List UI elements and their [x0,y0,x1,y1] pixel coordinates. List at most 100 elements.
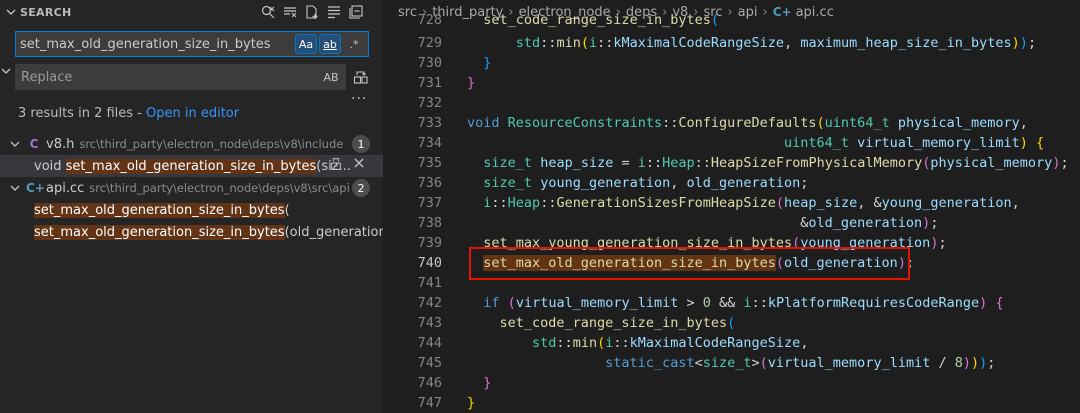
line-number: 747 [417,395,442,411]
c-header-file-icon: C [29,137,39,151]
match-case-toggle[interactable]: Aa [295,34,317,54]
code-line: 744 std::min(i::kMaximalCodeRangeSize, [383,333,1080,353]
line-number: 739 [417,235,442,251]
open-in-editor-link[interactable]: Open in editor [146,106,239,121]
code-text: i::Heap::GenerationSizesFromHeapSize(hea… [483,195,1020,211]
match-highlight: set_max_old_generation_size_in_bytes [65,158,317,174]
line-number: 733 [417,115,442,131]
line-number: 744 [417,335,442,351]
search-input[interactable]: set_max_old_generation_size_in_bytes Aa … [15,31,369,57]
code-line: 734 uint64_t virtual_memory_limit) { [383,133,1080,153]
use-regex-toggle[interactable]: .* [343,34,365,54]
code-line: 737 i::Heap::GenerationSizesFromHeapSize… [383,193,1080,213]
match-count-badge: 2 [352,179,370,197]
match-whole-word-toggle[interactable]: ab [319,34,341,54]
list-item[interactable]: set_max_old_generation_size_in_bytes (old… [0,221,396,243]
line-number: 742 [417,295,442,311]
new-search-editor-icon[interactable] [302,2,321,21]
code-text: &old_generation); [467,215,939,231]
search-input-value[interactable]: set_max_old_generation_size_in_bytes [16,37,295,52]
collapse-all-icon[interactable] [346,2,365,21]
preserve-case-toggle[interactable]: AB [320,67,342,87]
code-line: 731 } [383,73,1080,93]
code-text: std::min(i::kMaximalCodeRangeSize, [532,335,809,351]
results-tree: C v8.h src\third_party\electron_node\dep… [0,133,396,243]
result-file-v8h[interactable]: C v8.h src\third_party\electron_node\dep… [0,133,383,155]
replace-all-icon[interactable] [351,67,371,87]
line-number: 745 [417,355,442,371]
code-text: set_code_range_size_in_bytes( [499,315,736,331]
code-text: if (virtual_memory_limit > 0 && i::kPlat… [483,295,1004,311]
code-text: } [483,55,492,71]
code-text: void ResourceConstraints::ConfigureDefau… [467,115,1028,131]
line-number: 732 [417,95,442,111]
list-item[interactable]: void set_max_old_generation_size_in_byte… [0,155,383,177]
line-number: 729 [417,35,442,51]
code-text: size_t young_generation, old_generation; [483,175,809,191]
code-text: uint64_t virtual_memory_limit) { [783,135,1045,151]
code-text: } [467,395,476,411]
results-count-text: 3 results in 2 files - [18,106,147,121]
code-line: 745 static_cast<size_t>(virtual_memory_l… [383,353,1080,373]
chevron-down-icon[interactable] [4,5,18,19]
line-number: 735 [417,155,442,171]
line-number: 728 [417,12,442,28]
match-whole-word-label: ab [323,37,337,51]
code-line: 742 if (virtual_memory_limit > 0 && i::k… [383,293,1080,313]
code-text: static_cast<size_t>(virtual_memory_limit… [605,355,996,371]
clear-search-icon[interactable] [280,2,299,21]
chevron-down-icon[interactable] [8,181,22,195]
code-line: 746 } [383,373,1080,393]
code-line: 743 set_code_range_size_in_bytes( [383,313,1080,333]
file-name: api.cc [46,180,85,196]
line-number: 740 [417,255,442,271]
view-as-tree-icon[interactable] [324,2,343,21]
list-item[interactable]: set_max_old_generation_size_in_bytes( [0,199,383,221]
line-number: 731 [417,75,442,91]
clear-results-icon[interactable] [258,2,277,21]
line-number: 743 [417,315,442,331]
code-line: 733 void ResourceConstraints::ConfigureD… [383,113,1080,133]
line-number: 737 [417,195,442,211]
results-summary: 3 results in 2 files - Open in editor [18,106,239,121]
annotation-highlight-box [469,247,910,280]
toggle-search-details-button[interactable]: ··· [351,91,367,107]
sidebar-actions [258,2,365,21]
replace-match-icon[interactable] [329,157,343,175]
line-number: 741 [417,275,442,291]
code-line: 729 std::min(i::kMaximalCodeRangeSize, m… [383,33,1080,53]
match-highlight: set_max_old_generation_size_in_bytes [34,202,285,218]
code-text: set_code_range_size_in_bytes( [483,12,719,28]
chevron-down-icon[interactable] [8,137,22,151]
code-line: 738 &old_generation); [383,213,1080,233]
file-name: v8.h [46,136,75,152]
code-text: std::min(i::kMaximalCodeRangeSize, maxim… [515,35,1037,51]
cpp-file-icon: C+ [26,181,45,195]
match-suffix: (old_generation); [284,224,397,240]
replace-input[interactable]: Replace AB [15,64,346,90]
file-path: src\third_party\electron_node\deps\v8\in… [79,137,344,151]
match-suffix: ( [284,202,290,218]
match-prefix: void [34,158,66,174]
line-number: 738 [417,215,442,231]
search-sidebar: SEARCH set_max_old_generation_size_in_by… [0,0,396,413]
dismiss-match-icon[interactable] [353,157,365,175]
line-number: 736 [417,175,442,191]
line-number: 730 [417,55,442,71]
match-highlight: set_max_old_generation_size_in_bytes [34,224,285,240]
result-file-apicc[interactable]: C+ api.cc src\third_party\electron_node\… [0,177,383,199]
sidebar-title: SEARCH [20,5,72,19]
code-text: } [483,375,492,391]
file-path: src\third_party\electron_node\deps\v8\sr… [89,181,350,195]
replace-placeholder: Replace [21,69,73,85]
code-text: } [467,75,476,91]
code-line: 736 size_t young_generation, old_generat… [383,173,1080,193]
code-editor: src › third_party › electron_node › deps › v… [383,0,1080,413]
code-line: 735 size_t heap_size = i::Heap::HeapSize… [383,153,1080,173]
code-text: size_t heap_size = i::Heap::HeapSizeFrom… [483,155,1069,171]
line-number: 746 [417,375,442,391]
line-number: 734 [417,135,442,151]
code-line: 747 } [383,393,1080,413]
code-line: 728 set_code_range_size_in_bytes( [383,10,1080,30]
toggle-replace-button[interactable] [0,65,12,91]
